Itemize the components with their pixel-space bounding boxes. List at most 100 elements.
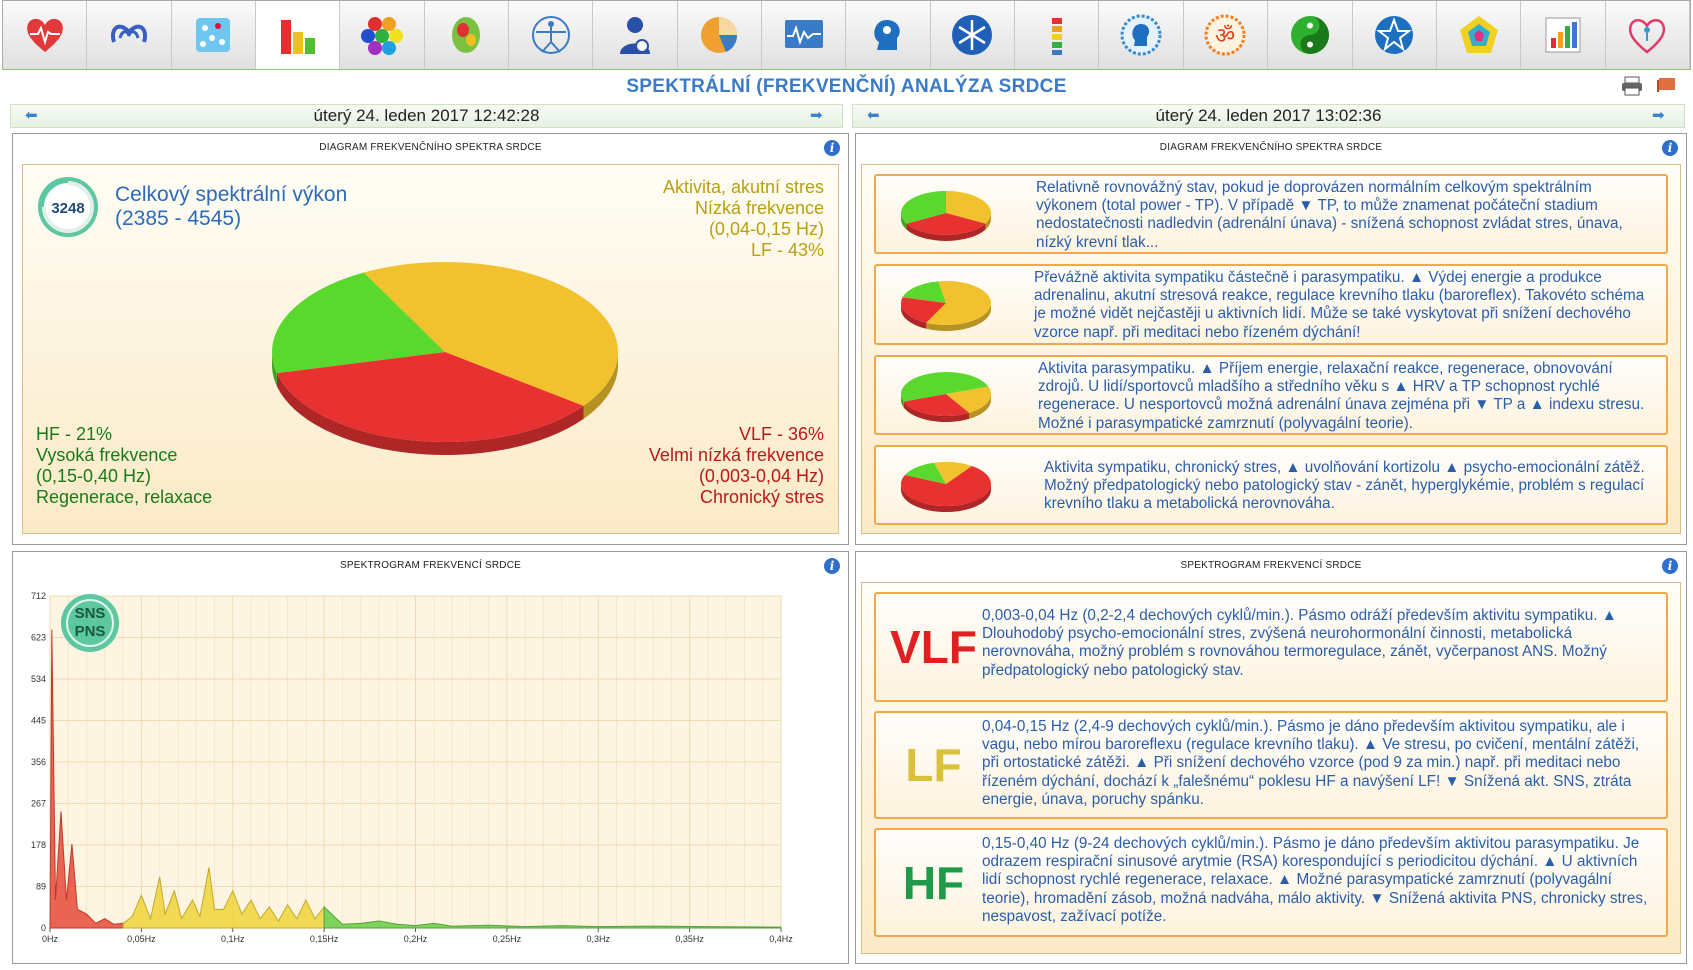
hf-label: HF - 21% Vysoká frekvence (0,15-0,40 Hz) Re…: [36, 424, 213, 507]
prev-arrow-icon[interactable]: ⬅: [867, 108, 885, 123]
vitruvian-man-icon: [531, 16, 570, 54]
pie-diagram-panel: DIAGRAM FREKVENČNÍHO SPEKTRA SRDCE i 324…: [12, 133, 849, 545]
y-tick-label: 623: [31, 633, 46, 643]
x-tick-label: 0,4Hz: [769, 934, 793, 944]
module-toolbar: ॐ: [2, 0, 1691, 70]
panel-title: SPEKTROGRAM FREKVENCÍ SRDCE: [1180, 560, 1362, 571]
pie-legend-card: Aktivita parasympatiku. ▲ Příjem energie…: [874, 355, 1668, 435]
pie-legend-card: Převážně aktivita sympatiku částečně i p…: [874, 264, 1668, 345]
card-text: 0,15-0,40 Hz (9-24 dechových cyklů/min.)…: [982, 835, 1648, 925]
x-tick-label: 0,35Hz: [675, 934, 704, 944]
hf-card: HF 0,15-0,40 Hz (9-24 dechových cyklů/mi…: [874, 828, 1668, 937]
toolbar-spectrum-button[interactable]: [256, 1, 341, 69]
toolbar-snowflake-button[interactable]: [930, 1, 1016, 69]
next-arrow-icon[interactable]: ➡: [1652, 108, 1670, 123]
band-description-panel: SPEKTROGRAM FREKVENCÍ SRDCE i VLF 0,003-…: [855, 551, 1687, 964]
toolbar-hexagons-button[interactable]: [340, 1, 425, 69]
toolbar-pie-button[interactable]: [677, 1, 763, 69]
spectrogram-chart: 712 623 534 445 356 267 178 89 00Hz 0,05Hz 0,1Hz 0,…: [31, 591, 793, 944]
card-text: 0,003-0,04 Hz (0,2-2,4 dechových cyklů/m…: [982, 607, 1617, 679]
head-icon: [874, 20, 900, 50]
mini-pie-lf: [901, 281, 991, 331]
badge-pns: PNS: [74, 623, 106, 640]
legend-area: Relativně rovnovážný stav, pokud je dopr…: [861, 164, 1681, 534]
vlf-card: VLF 0,003-0,04 Hz (0,2-2,4 dechových cyk…: [874, 592, 1668, 702]
y-tick-label: 712: [31, 591, 46, 601]
toolbar-yinyang-button[interactable]: [1268, 1, 1353, 69]
right-date: úterý 24. leden 2017 13:02:36: [1155, 106, 1382, 125]
yin-yang-icon: [1290, 16, 1329, 54]
page-title: SPEKTRÁLNÍ (FREKVENČNÍ) ANALÝZA SRDCE: [626, 76, 1067, 97]
pie-legend-card: Relativně rovnovážný stav, pokud je dopr…: [874, 174, 1668, 254]
toolbar-om-button[interactable]: ॐ: [1183, 1, 1269, 69]
card-text: Převážně aktivita sympatiku částečně i p…: [1034, 269, 1645, 341]
panel-title: DIAGRAM FREKVENČNÍHO SPEKTRA SRDCE: [319, 142, 542, 153]
toolbar-person-button[interactable]: [593, 1, 678, 69]
monitor-wave-icon: [784, 20, 823, 48]
toolbar-head-button[interactable]: [846, 1, 931, 69]
card-text: 0,04-0,15 Hz (2,4-9 dechových cyklů/min.…: [982, 718, 1640, 808]
toolbar-report-button[interactable]: [1521, 1, 1606, 69]
lf-card: LF 0,04-0,15 Hz (2,4-9 dechových cyklů/m…: [874, 711, 1668, 819]
star-circle-icon: [1375, 16, 1414, 54]
toolbar-brain-map-button[interactable]: [424, 1, 510, 69]
pie-icon: [701, 17, 738, 53]
info-icon[interactable]: i: [1662, 558, 1678, 574]
toolbar-pentagon-button[interactable]: [1436, 1, 1522, 69]
x-tick-label: 0Hz: [42, 934, 59, 944]
mini-pie-balanced: [901, 191, 991, 241]
hexagons-icon: [361, 17, 404, 55]
badge-sns: SNS: [74, 605, 106, 622]
info-icon[interactable]: i: [824, 140, 840, 156]
sns-pns-badge: SNS PNS: [61, 594, 119, 652]
toolbar-hands-button[interactable]: [87, 1, 172, 69]
heart-person-icon: [1629, 19, 1666, 54]
toolbar-monitor-button[interactable]: [762, 1, 847, 69]
page-title-bar: SPEKTRÁLNÍ (FREKVENČNÍ) ANALÝZA SRDCE: [2, 72, 1691, 102]
print-icon[interactable]: [1621, 76, 1643, 96]
toolbar-star-button[interactable]: [1352, 1, 1437, 69]
card-text: Relativně rovnovážný stav, pokud je dopr…: [1036, 179, 1623, 251]
y-tick-label: 178: [31, 840, 46, 850]
y-tick-label: 445: [31, 716, 46, 726]
toolbar-profile-button[interactable]: [1099, 1, 1184, 69]
right-date-bar: ⬅ úterý 24. leden 2017 13:02:36 ➡: [852, 104, 1685, 128]
vlf-label: VLF - 36% Velmi nízká frekvence (0,003-0,0…: [648, 424, 824, 507]
mini-pie-vlf: [901, 462, 991, 512]
spine-icon: [1051, 18, 1062, 55]
mini-pie-hf: [901, 372, 991, 422]
pie-legend-card: Aktivita sympatiku, chronický stres, ▲ u…: [874, 445, 1668, 525]
total-power-label: Celkový spektrální výkon (2385 - 4545): [115, 183, 348, 230]
toolbar-spine-button[interactable]: [1015, 1, 1100, 69]
info-icon[interactable]: i: [824, 558, 840, 574]
band-area: VLF 0,003-0,04 Hz (0,2-2,4 dechových cyk…: [861, 582, 1681, 954]
toolbar-body-button[interactable]: [509, 1, 594, 69]
hands-heart-icon: [111, 24, 147, 43]
y-tick-label: 89: [36, 882, 46, 892]
total-power-badge: 3248: [38, 177, 98, 237]
profile-circle-icon: [1120, 14, 1162, 56]
book-icon[interactable]: [1655, 76, 1677, 96]
vlf-big-label: VLF: [890, 621, 977, 673]
pie-area: 3248 Celkový spektrální výkon (2385 - 45…: [22, 164, 839, 534]
snowflake-icon: [952, 15, 993, 55]
next-arrow-icon[interactable]: ➡: [810, 108, 828, 123]
x-tick-label: 0,15Hz: [310, 934, 339, 944]
pie-chart: [272, 262, 618, 455]
spectrogram-panel: SPEKTROGRAM FREKVENCÍ SRDCE i 712 623 534 4…: [12, 551, 849, 964]
toolbar-cells-button[interactable]: [171, 1, 257, 69]
card-text: Aktivita parasympatiku. ▲ Příjem energie…: [1038, 360, 1645, 432]
y-tick-label: 534: [31, 674, 46, 684]
panel-title: SPEKTROGRAM FREKVENCÍ SRDCE: [340, 560, 521, 571]
bar-chart-icon: [280, 20, 315, 54]
toolbar-heart-person-button[interactable]: [1605, 1, 1690, 69]
prev-arrow-icon[interactable]: ⬅: [25, 108, 43, 123]
info-icon[interactable]: i: [1662, 140, 1678, 156]
pentagon-icon: [1459, 16, 1498, 53]
toolbar-heart-button[interactable]: [3, 1, 88, 69]
y-tick-label: 267: [31, 799, 46, 809]
left-date: úterý 24. leden 2017 12:42:28: [313, 106, 540, 125]
svg-text:ॐ: ॐ: [1215, 24, 1235, 49]
badge-value: 3248: [51, 200, 84, 217]
pie-legend-panel: DIAGRAM FREKVENČNÍHO SPEKTRA SRDCE i Rel…: [855, 133, 1687, 545]
